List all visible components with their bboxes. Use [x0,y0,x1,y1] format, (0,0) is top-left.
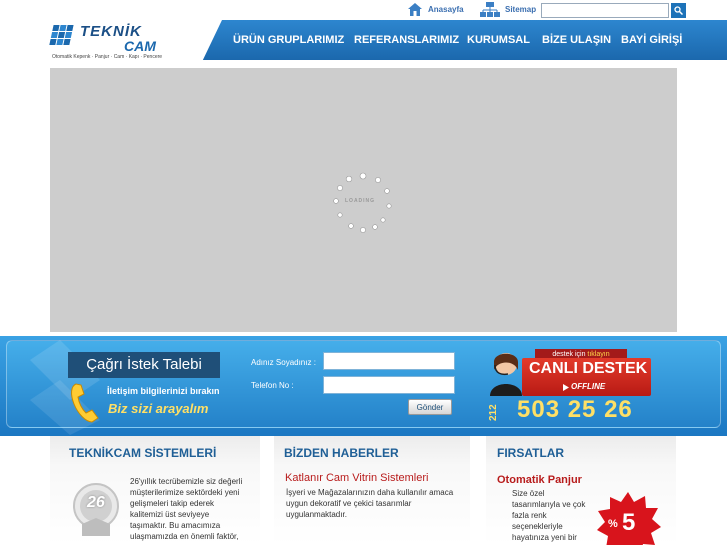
loading-text: LOADING [345,198,376,204]
top-utility-bar: Anasayfa Sitemap [0,0,727,20]
systems-column-title[interactable]: TEKNİKCAM SİSTEMLERİ [69,446,216,460]
callback-subtitle: İletişim bilgilerinizi bırakın [107,386,220,396]
support-click-hint-highlight: tıklayın [587,351,610,358]
offer-item-text: Size özel tasarımlarıyla ve çok fazla re… [512,489,586,542]
home-link-label: Anasayfa [428,5,464,14]
nav-item-about[interactable]: KURUMSAL [467,34,530,46]
support-status: OFFLINE [571,382,606,391]
nav-item-dealer-login[interactable]: BAYİ GİRİŞİ [621,34,682,46]
support-agent-icon [490,353,522,396]
nav-item-references[interactable]: REFERANSLARIMIZ [354,34,459,46]
search-icon [674,6,683,15]
support-title: CANLI DESTEK [529,360,648,377]
phone-handset-icon [71,383,99,423]
support-click-hint-text: destek için [552,351,586,358]
logo-tagline: Otomatik Kepenk · Panjur · Cam · Kapı · … [52,54,163,60]
discount-symbol: % [608,518,618,530]
phone-prefix: 212 [488,404,499,421]
anniversary-badge-years: 26 [87,494,105,511]
send-button[interactable]: Gönder [408,399,452,415]
phone-number[interactable]: 503 25 26 [517,396,633,424]
callback-tagline: Biz sizi arayalım [108,401,209,416]
name-field-label: Adınız Soyadınız : [251,358,316,367]
search-button[interactable] [671,3,686,18]
home-icon [408,3,422,16]
offer-item-title[interactable]: Otomatik Panjur [497,474,582,486]
nav-item-products[interactable]: ÜRÜN GRUPLARIMIZ [233,34,344,46]
news-column-title[interactable]: BİZDEN HABERLER [284,446,399,460]
discount-value: 5 [622,509,636,536]
callback-title: Çağrı İstek Talebi [68,352,220,378]
sitemap-link-label: Sitemap [505,5,537,14]
nav-item-contact[interactable]: BİZE ULAŞIN [542,34,611,46]
play-arrow-icon [563,384,569,391]
news-item-title[interactable]: Katlanır Cam Vitrin Sistemleri [285,472,428,484]
home-link[interactable]: Anasayfa [407,2,464,17]
news-item-text: İşyeri ve Mağazalarınızın daha kullanılı… [286,488,454,519]
phone-field[interactable] [323,376,455,394]
search-input[interactable] [541,3,669,18]
sitemap-link[interactable]: Sitemap [480,2,536,17]
logo[interactable]: TEKNİK CAM Otomatik Kepenk · Panjur · Ca… [0,20,222,66]
name-field[interactable] [323,352,455,370]
logo-grid-icon [49,25,74,45]
sitemap-icon [480,2,500,17]
systems-text: 26'yıllık tecrübemizle siz değerli müşte… [130,477,243,541]
phone-field-label: Telefon No : [251,381,294,390]
offers-column-title[interactable]: FIRSATLAR [497,446,564,460]
logo-name-line2: CAM [124,38,156,54]
